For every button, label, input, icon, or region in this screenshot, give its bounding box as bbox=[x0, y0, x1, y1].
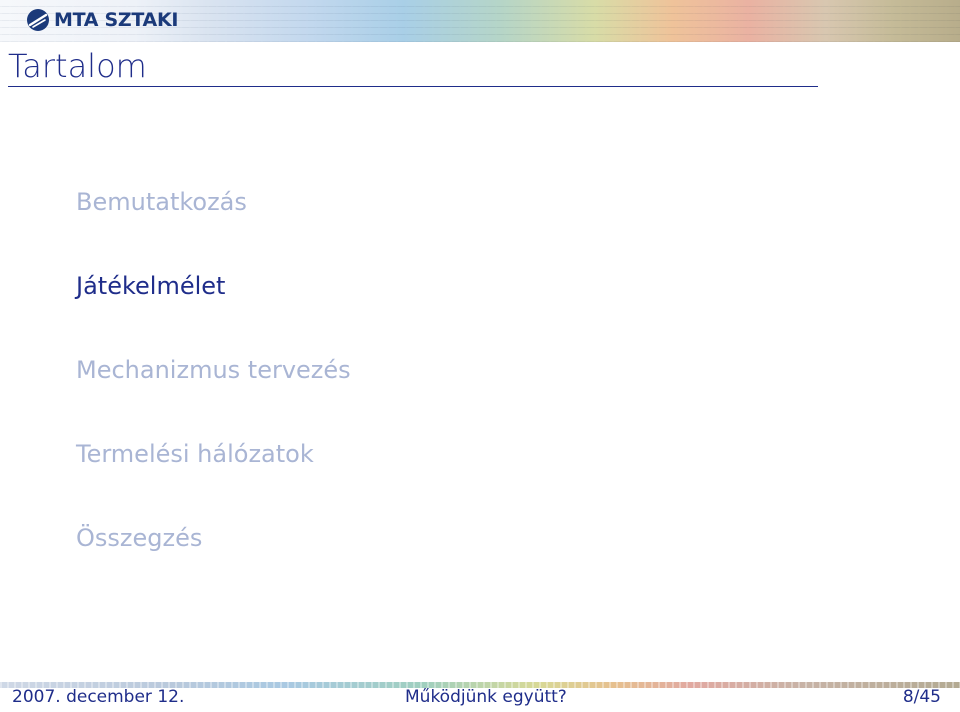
logo-text: MTA SZTAKI bbox=[54, 9, 179, 31]
footer-page-number: 8/45 bbox=[902, 687, 941, 707]
toc-item-osszegzes[interactable]: Összegzés bbox=[76, 516, 351, 600]
footer-title: Működjünk együtt? bbox=[405, 687, 567, 707]
table-of-contents: Bemutatkozás Játékelmélet Mechanizmus te… bbox=[76, 180, 351, 600]
toc-item-termelesi-halozatok[interactable]: Termelési hálózatok bbox=[76, 432, 351, 516]
toc-item-bemutatkozas[interactable]: Bemutatkozás bbox=[76, 180, 351, 264]
sztaki-logo-icon bbox=[27, 9, 49, 31]
toc-item-jatekelmelet[interactable]: Játékelmélet bbox=[76, 264, 351, 348]
frame-title: Tartalom bbox=[8, 46, 818, 87]
toc-item-mechanizmus-tervezes[interactable]: Mechanizmus tervezés bbox=[76, 348, 351, 432]
sztaki-logo: MTA SZTAKI bbox=[26, 6, 178, 34]
footer-date: 2007. december 12. bbox=[12, 687, 185, 707]
header-banner: MTA SZTAKI bbox=[0, 0, 960, 42]
